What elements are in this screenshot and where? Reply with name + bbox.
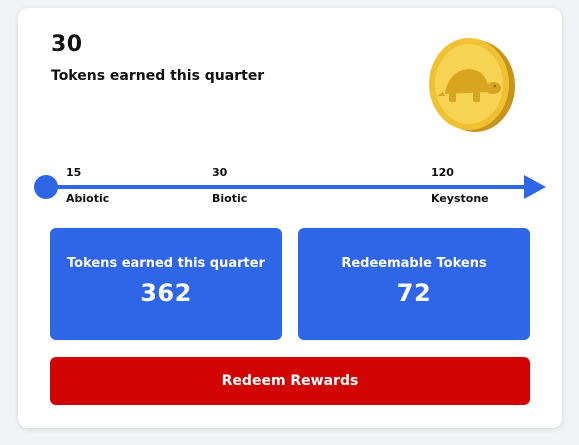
turtle-coin-icon <box>421 32 521 136</box>
stat-redeemable-card: Redeemable Tokens 72 <box>298 228 530 340</box>
milestone-value: 30 <box>212 166 228 179</box>
rewards-card: 30 Tokens earned this quarter 15 Abiotic <box>18 8 562 428</box>
stat-redeemable-value: 72 <box>396 279 432 307</box>
progress-timeline: 15 Abiotic 30 Biotic 120 Keystone <box>32 166 548 212</box>
milestone-value: 120 <box>431 166 454 179</box>
milestone-name: Biotic <box>212 192 248 205</box>
redeem-rewards-button[interactable]: Redeem Rewards <box>50 357 530 405</box>
milestone-value: 15 <box>66 166 82 179</box>
arrow-right-icon <box>524 175 546 199</box>
milestone-name: Abiotic <box>66 192 110 205</box>
stat-earned-card: Tokens earned this quarter 362 <box>50 228 282 340</box>
milestone-abiotic: 15 Abiotic <box>66 166 109 206</box>
milestone-biotic: 30 Biotic <box>212 166 247 206</box>
stat-redeemable-label: Redeemable Tokens <box>341 256 487 271</box>
tokens-earned-value: 30 <box>51 32 83 57</box>
timeline-start-dot <box>34 175 58 199</box>
milestone-name: Keystone <box>431 192 489 205</box>
milestone-keystone: 120 Keystone <box>431 166 489 206</box>
stat-earned-value: 362 <box>140 279 192 307</box>
tokens-earned-label: Tokens earned this quarter <box>51 68 265 84</box>
stat-earned-label: Tokens earned this quarter <box>67 256 265 271</box>
